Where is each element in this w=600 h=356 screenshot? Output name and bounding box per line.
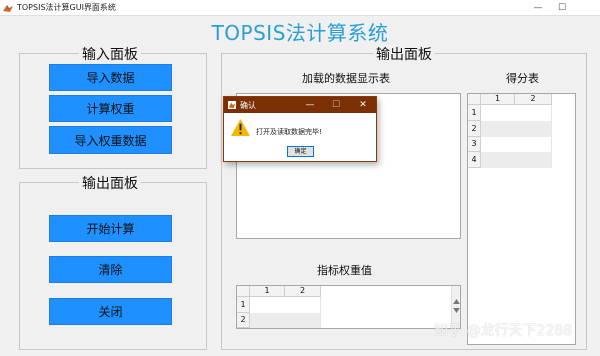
score-col-header: 2 xyxy=(515,94,552,105)
dialog-message: 打开及读取数据完毕! xyxy=(256,128,322,136)
app-title: TOPSIS法计算系统 xyxy=(211,21,389,45)
score-row-header: 3 xyxy=(468,137,481,152)
output-panel-left: 输出面板 开始计算 清除 关闭 xyxy=(19,173,207,350)
matlab-dialog-icon xyxy=(228,101,236,109)
weight-cell[interactable] xyxy=(250,297,321,313)
weight-row-header: 2 xyxy=(237,313,250,328)
weight-row-header: 1 xyxy=(237,297,250,313)
watermark-text: 知乎 @龙行天下2288 xyxy=(434,323,573,339)
dialog-maximize-button: ☐ xyxy=(331,100,341,110)
data-table-label: 加载的数据显示表 xyxy=(302,72,390,85)
import-data-button[interactable]: 导入数据 xyxy=(49,64,172,91)
score-cell[interactable] xyxy=(481,137,552,152)
input-panel: 输入面板 导入数据 计算权重 导入权重数据 xyxy=(19,44,207,169)
close-button[interactable]: 关闭 xyxy=(49,298,172,325)
clear-button[interactable]: 清除 xyxy=(49,256,172,283)
input-panel-title: 输入面板 xyxy=(79,44,141,64)
output-panel-left-title: 输出面板 xyxy=(79,173,141,193)
score-cell[interactable] xyxy=(481,105,552,121)
compute-weights-button[interactable]: 计算权重 xyxy=(49,95,172,122)
score-row-header: 1 xyxy=(468,105,481,121)
score-row-header: 2 xyxy=(468,121,481,137)
window-maximize-button[interactable]: ☐ xyxy=(550,0,574,16)
output-panel-right-title: 输出面板 xyxy=(373,44,435,64)
matlab-app-icon xyxy=(3,5,13,12)
score-row-header: 4 xyxy=(468,152,481,168)
dialog-title: 确认 xyxy=(240,101,256,110)
weight-table-label: 指标权重值 xyxy=(317,264,372,277)
dialog-titlebar: 确认 — ☐ ✕ xyxy=(224,97,376,113)
scroll-down-icon[interactable] xyxy=(453,308,460,313)
score-table-label: 得分表 xyxy=(506,72,539,85)
scroll-up-icon[interactable] xyxy=(453,299,460,304)
dialog-ok-button[interactable]: 确定 xyxy=(287,146,314,157)
score-col-header: 1 xyxy=(481,94,515,105)
warning-icon xyxy=(231,119,250,136)
score-cell[interactable] xyxy=(481,121,552,137)
score-table-corner xyxy=(468,94,481,105)
weight-table-corner xyxy=(237,286,250,297)
dialog-close-button[interactable]: ✕ xyxy=(353,97,373,113)
window-title: TOPSIS法计算GUI界面系统 xyxy=(17,3,116,12)
weight-col-header: 1 xyxy=(250,286,285,297)
weight-table[interactable]: 1 2 1 2 xyxy=(236,285,461,329)
import-weight-data-button[interactable]: 导入权重数据 xyxy=(49,126,172,154)
weight-cell[interactable] xyxy=(250,313,321,328)
dialog-minimize-button[interactable]: — xyxy=(300,97,320,113)
start-compute-button[interactable]: 开始计算 xyxy=(49,215,172,242)
weight-col-header: 2 xyxy=(285,286,321,297)
window-titlebar: TOPSIS法计算GUI界面系统 — ☐ xyxy=(0,0,600,16)
confirm-dialog: 确认 — ☐ ✕ 打开及读取数据完毕! 确定 xyxy=(223,96,377,162)
score-table[interactable]: 1 2 1 2 3 4 xyxy=(467,93,576,345)
score-cell[interactable] xyxy=(481,152,552,168)
window-minimize-button[interactable]: — xyxy=(526,0,550,16)
